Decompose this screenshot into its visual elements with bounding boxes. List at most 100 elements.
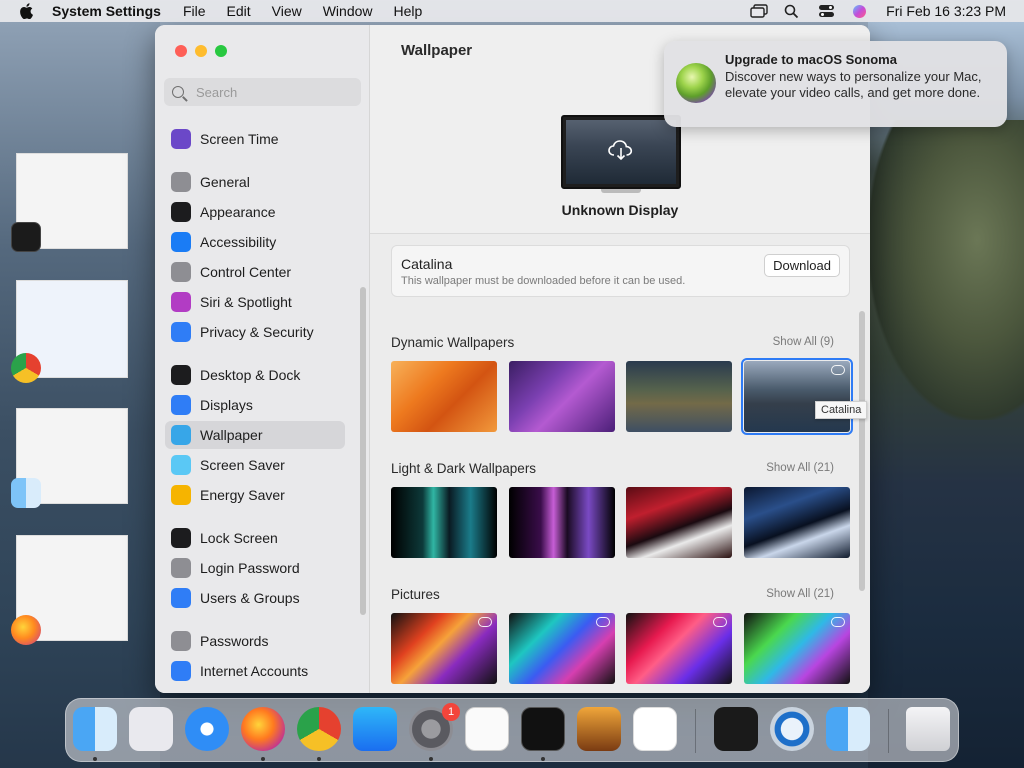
sidebar-item-label: Siri & Spotlight bbox=[200, 294, 292, 310]
window-controls bbox=[175, 45, 227, 57]
screen-mirroring-icon[interactable] bbox=[750, 4, 768, 18]
main-scrollbar[interactable] bbox=[859, 311, 865, 591]
launchpad-icon[interactable] bbox=[129, 707, 173, 751]
sidebar-item-screen-saver[interactable]: Screen Saver bbox=[165, 451, 345, 479]
chrome-app-icon[interactable] bbox=[11, 353, 41, 383]
minimize-button[interactable] bbox=[195, 45, 207, 57]
users-icon bbox=[171, 588, 191, 608]
sidebar-item-energy-saver[interactable]: Energy Saver bbox=[165, 481, 345, 509]
garageband-icon[interactable] bbox=[577, 707, 621, 751]
cloud-download-icon bbox=[831, 365, 845, 375]
wallpaper-tile[interactable] bbox=[509, 613, 615, 684]
finder-icon[interactable] bbox=[73, 707, 117, 751]
sidebar-item-lock-screen[interactable]: Lock Screen bbox=[165, 524, 345, 552]
sidebar-item-desktop-dock[interactable]: Desktop & Dock bbox=[165, 361, 345, 389]
apple-menu-icon[interactable] bbox=[18, 3, 34, 19]
sidebar-item-siri-spotlight[interactable]: Siri & Spotlight bbox=[165, 288, 345, 316]
current-wallpaper-box: Catalina This wallpaper must be download… bbox=[391, 245, 850, 297]
sidebar-scrollbar[interactable] bbox=[360, 287, 366, 615]
sidebar-item-displays[interactable]: Displays bbox=[165, 391, 345, 419]
sidebar-item-appearance[interactable]: Appearance bbox=[165, 198, 345, 226]
section-title-pictures: Pictures bbox=[391, 587, 440, 602]
hand-icon bbox=[171, 322, 191, 342]
quicktime-icon[interactable] bbox=[770, 707, 814, 751]
wallpaper-tile[interactable] bbox=[391, 487, 497, 558]
sidebar-item-label: Appearance bbox=[200, 204, 276, 220]
spotlight-search-icon[interactable] bbox=[784, 4, 800, 19]
menu-help[interactable]: Help bbox=[394, 3, 423, 19]
section-title-dynamic: Dynamic Wallpapers bbox=[391, 335, 515, 350]
wallpaper-tile[interactable] bbox=[744, 613, 850, 684]
terminal-app-icon[interactable] bbox=[11, 222, 41, 252]
wallpaper-tile[interactable] bbox=[509, 487, 615, 558]
menu-datetime[interactable]: Fri Feb 16 3:23 PM bbox=[886, 3, 1006, 19]
firefox-icon[interactable] bbox=[241, 707, 285, 751]
sidebar-item-privacy-security[interactable]: Privacy & Security bbox=[165, 318, 345, 346]
sidebar-item-users-groups[interactable]: Users & Groups bbox=[165, 584, 345, 612]
menu-window[interactable]: Window bbox=[323, 3, 373, 19]
download-button[interactable]: Download bbox=[764, 254, 840, 277]
notification-banner[interactable]: Upgrade to macOS Sonoma Discover new way… bbox=[664, 41, 1007, 127]
finder-app-icon[interactable] bbox=[11, 478, 41, 508]
sidebar: Search Screen Time General Appearance Acces… bbox=[155, 25, 370, 693]
cloud-download-icon bbox=[608, 140, 633, 161]
sidebar-item-label: Lock Screen bbox=[200, 530, 278, 546]
textedit-icon[interactable] bbox=[465, 707, 509, 751]
at-icon bbox=[171, 661, 191, 681]
chrome-icon[interactable] bbox=[297, 707, 341, 751]
search-field[interactable]: Search bbox=[164, 78, 361, 106]
flower-icon bbox=[171, 425, 191, 445]
wallpaper-tile[interactable] bbox=[391, 361, 497, 432]
display-preview bbox=[561, 115, 681, 189]
wallpaper-tile[interactable] bbox=[509, 361, 615, 432]
sidebar-item-label: Users & Groups bbox=[200, 590, 300, 606]
menu-file[interactable]: File bbox=[183, 3, 206, 19]
show-all-light-dark[interactable]: Show All (21) bbox=[766, 462, 834, 474]
menu-edit[interactable]: Edit bbox=[227, 3, 251, 19]
vscode-icon[interactable] bbox=[633, 707, 677, 751]
show-all-pictures[interactable]: Show All (21) bbox=[766, 588, 834, 600]
wallpaper-tile[interactable] bbox=[626, 487, 732, 558]
appearance-icon bbox=[171, 202, 191, 222]
close-button[interactable] bbox=[175, 45, 187, 57]
control-center-icon[interactable] bbox=[818, 4, 835, 18]
safari-icon[interactable] bbox=[185, 707, 229, 751]
sidebar-item-screen-time[interactable]: Screen Time bbox=[165, 125, 345, 153]
sidebar-item-internet-accounts[interactable]: Internet Accounts bbox=[165, 657, 345, 685]
wallpaper-tile-catalina[interactable] bbox=[741, 358, 853, 435]
terminal-icon[interactable] bbox=[521, 707, 565, 751]
sidebar-item-accessibility[interactable]: Accessibility bbox=[165, 228, 345, 256]
sidebar-item-general[interactable]: General bbox=[165, 168, 345, 196]
voice-memos-icon[interactable] bbox=[714, 707, 758, 751]
notification-title: Upgrade to macOS Sonoma bbox=[725, 52, 897, 67]
wallpaper-tile[interactable] bbox=[626, 613, 732, 684]
sidebar-item-login-password[interactable]: Login Password bbox=[165, 554, 345, 582]
sidebar-item-passwords[interactable]: Passwords bbox=[165, 627, 345, 655]
trash-icon[interactable] bbox=[906, 707, 950, 751]
dock: 1 bbox=[65, 698, 959, 762]
sidebar-item-control-center[interactable]: Control Center bbox=[165, 258, 345, 286]
wallpaper-tile[interactable] bbox=[391, 613, 497, 684]
show-all-dynamic[interactable]: Show All (9) bbox=[773, 336, 834, 348]
wallpaper-tile[interactable] bbox=[626, 361, 732, 432]
sun-icon bbox=[171, 395, 191, 415]
sidebar-item-wallpaper[interactable]: Wallpaper bbox=[165, 421, 345, 449]
finder-downloads-icon[interactable] bbox=[826, 707, 870, 751]
app-store-icon[interactable] bbox=[353, 707, 397, 751]
section-title-light-dark: Light & Dark Wallpapers bbox=[391, 461, 537, 476]
battery-icon bbox=[171, 485, 191, 505]
current-wallpaper-description: This wallpaper must be downloaded before… bbox=[401, 275, 686, 287]
sidebar-item-label: Internet Accounts bbox=[200, 663, 309, 679]
menu-view[interactable]: View bbox=[272, 3, 302, 19]
wallpaper-tile[interactable] bbox=[744, 487, 850, 558]
sidebar-item-label: Desktop & Dock bbox=[200, 367, 301, 383]
gear-icon bbox=[171, 172, 191, 192]
search-icon bbox=[172, 86, 184, 98]
siri-icon[interactable] bbox=[852, 4, 868, 18]
firefox-app-icon[interactable] bbox=[11, 615, 41, 645]
sidebar-item-label: Displays bbox=[200, 397, 253, 413]
zoom-button[interactable] bbox=[215, 45, 227, 57]
menu-app-name[interactable]: System Settings bbox=[52, 3, 161, 19]
sidebar-item-label: Privacy & Security bbox=[200, 324, 314, 340]
sidebar-item-label: Wallpaper bbox=[200, 427, 263, 443]
